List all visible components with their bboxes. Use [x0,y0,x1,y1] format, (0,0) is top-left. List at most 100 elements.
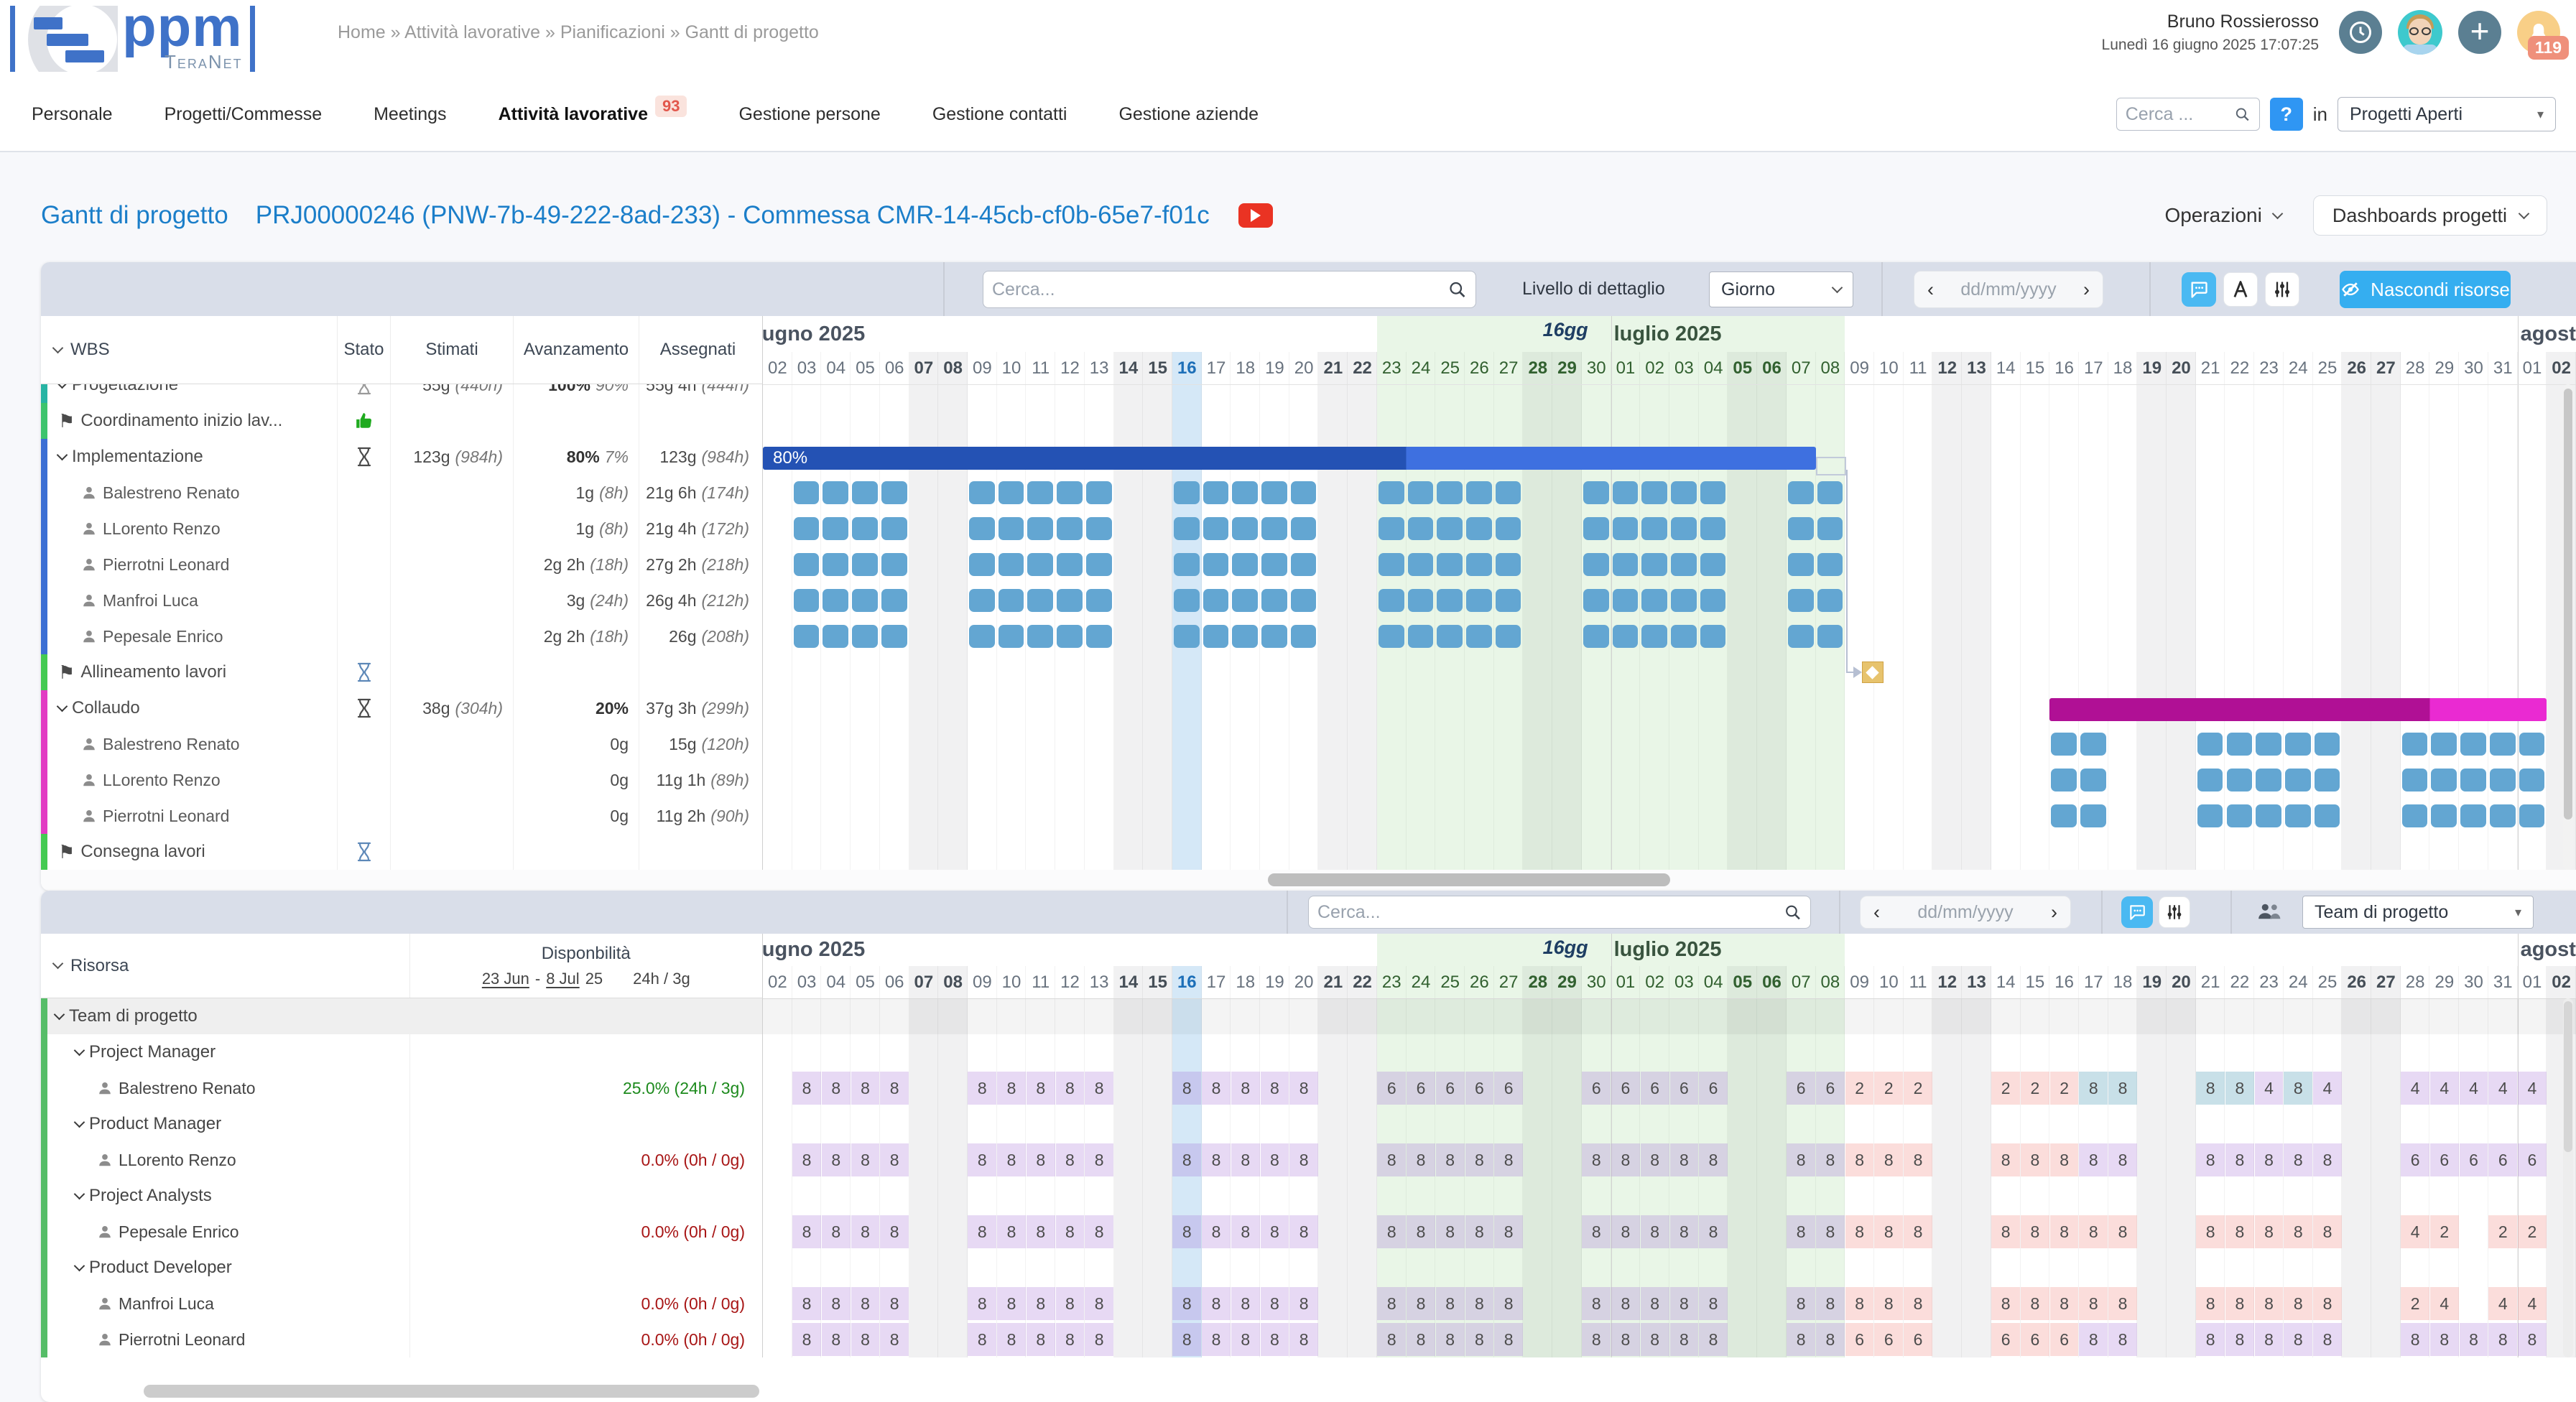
resources-horizontal-scrollbar[interactable] [144,1385,759,1398]
wbs-row-allineamento-lavori[interactable]: ⚑Allineamento lavori [41,654,762,690]
resource-row-product-developer[interactable]: Product Developer [41,1250,762,1286]
resource-name[interactable]: Balestreno Renato [41,1070,410,1106]
task-day-segment[interactable] [2460,804,2486,827]
task-day-segment[interactable] [999,553,1024,576]
allocation-cell[interactable]: 8 [2079,1287,2108,1320]
allocation-cell[interactable]: 8 [1202,1323,1231,1356]
pdf-export-button[interactable] [2223,272,2258,307]
allocation-cell[interactable]: 8 [2284,1287,2312,1320]
resources-comments-button[interactable] [2121,896,2153,928]
wbs-row-pierrotni-leonard[interactable]: Pierrotni Leonard0g11g 2h(90h) [41,798,762,834]
allocation-cell[interactable]: 8 [1611,1143,1640,1176]
allocation-cell[interactable]: 8 [1289,1215,1318,1248]
task-day-segment[interactable] [852,625,878,648]
allocation-cell[interactable]: 8 [1261,1143,1289,1176]
wbs-row-manfroi-luca[interactable]: Manfroi Luca3g(24h)26g 4h(212h) [41,582,762,618]
allocation-cell[interactable]: 4 [2255,1072,2284,1105]
task-day-segment[interactable] [1291,481,1317,504]
allocation-cell[interactable]: 8 [1991,1215,2020,1248]
allocation-cell[interactable]: 8 [2255,1215,2284,1248]
task-day-segment[interactable] [1817,589,1843,612]
allocation-cell[interactable]: 8 [968,1143,996,1176]
task-day-segment[interactable] [881,517,907,540]
allocation-cell[interactable]: 8 [1845,1287,1874,1320]
allocation-cell[interactable]: 8 [1436,1287,1465,1320]
resource-row-balestreno-renato[interactable]: Balestreno Renato25.0% (24h / 3g) [41,1070,762,1106]
allocation-cell[interactable]: 8 [822,1072,851,1105]
allocation-cell[interactable]: 8 [997,1215,1026,1248]
allocation-cell[interactable]: 8 [1465,1143,1494,1176]
allocation-cell[interactable]: 8 [2050,1143,2079,1176]
task-day-segment[interactable] [1641,589,1667,612]
allocation-cell[interactable]: 8 [792,1287,821,1320]
task-day-segment[interactable] [1700,481,1726,504]
task-day-segment[interactable] [1613,589,1639,612]
allocation-cell[interactable]: 8 [2021,1287,2049,1320]
allocation-cell[interactable]: 8 [2108,1072,2137,1105]
task-day-segment[interactable] [1203,625,1229,648]
allocation-cell[interactable]: 8 [1699,1143,1728,1176]
allocation-cell[interactable]: 4 [2488,1072,2517,1105]
allocation-cell[interactable]: 8 [1582,1143,1611,1176]
task-day-segment[interactable] [1232,625,1258,648]
detail-level-select[interactable]: Giorno [1709,271,1853,307]
allocation-cell[interactable]: 8 [792,1143,821,1176]
task-day-segment[interactable] [1496,553,1521,576]
allocation-cell[interactable]: 4 [2401,1072,2429,1105]
task-day-segment[interactable] [2431,733,2457,756]
resource-row-pepesale-enrico[interactable]: Pepesale Enrico0.0% (0h / 0g) [41,1214,762,1250]
allocation-cell[interactable]: 8 [1611,1323,1640,1356]
allocation-cell[interactable]: 6 [1377,1072,1406,1105]
task-day-segment[interactable] [1086,625,1112,648]
task-day-segment[interactable] [2431,804,2457,827]
collapse-all-icon[interactable] [52,958,64,970]
task-day-segment[interactable] [2197,733,2223,756]
task-day-segment[interactable] [1496,481,1521,504]
allocation-cell[interactable]: 8 [1670,1215,1699,1248]
task-day-segment[interactable] [823,481,848,504]
allocation-cell[interactable]: 6 [1699,1072,1728,1105]
task-day-segment[interactable] [2080,733,2106,756]
wbs-row-pepesale-enrico[interactable]: Pepesale Enrico2g 2h(18h)26g(208h) [41,618,762,654]
gantt-search-input[interactable] [992,279,1447,300]
task-day-segment[interactable] [2490,804,2516,827]
allocation-cell[interactable]: 8 [1787,1323,1815,1356]
allocation-cell[interactable]: 8 [1027,1215,1055,1248]
wbs-item-name[interactable]: Balestreno Renato [41,726,338,762]
allocation-cell[interactable]: 8 [1085,1287,1113,1320]
allocation-cell[interactable]: 8 [1611,1215,1640,1248]
allocation-cell[interactable]: 8 [1436,1323,1465,1356]
resource-row-product-manager[interactable]: Product Manager [41,1106,762,1142]
allocation-cell[interactable]: 8 [2460,1323,2488,1356]
allocation-cell[interactable]: 8 [1231,1215,1260,1248]
search-help-button[interactable]: ? [2270,98,2303,131]
task-day-segment[interactable] [1232,589,1258,612]
summary-bar-coll[interactable] [2049,698,2547,721]
youtube-help-icon[interactable] [1238,203,1273,228]
allocation-cell[interactable]: 8 [1377,1323,1406,1356]
allocation-cell[interactable]: 6 [2518,1143,2547,1176]
allocation-cell[interactable]: 8 [1845,1215,1874,1248]
date-prev-icon[interactable]: ‹ [1873,901,1880,924]
task-day-segment[interactable] [969,481,995,504]
task-day-segment[interactable] [852,517,878,540]
task-day-segment[interactable] [2197,804,2223,827]
expand-chevron-icon[interactable] [54,1008,65,1020]
wbs-row-llorento-renzo[interactable]: LLorento Renzo0g11g 1h(89h) [41,762,762,798]
allocation-cell[interactable]: 8 [1991,1287,2020,1320]
resource-name[interactable]: Project Manager [41,1034,410,1070]
task-day-segment[interactable] [2490,733,2516,756]
task-day-segment[interactable] [2051,804,2077,827]
allocation-cell[interactable]: 8 [1699,1287,1728,1320]
resource-row-llorento-renzo[interactable]: LLorento Renzo0.0% (0h / 0g) [41,1142,762,1178]
allocation-cell[interactable]: 8 [1494,1143,1523,1176]
task-day-segment[interactable] [1466,553,1492,576]
allocation-cell[interactable]: 8 [1670,1143,1699,1176]
allocation-cell[interactable]: 8 [1845,1143,1874,1176]
task-day-segment[interactable] [823,553,848,576]
search-scope-select[interactable]: Progetti Aperti ▾ [2338,97,2556,131]
wbs-item-name[interactable]: ⚑Coordinamento inizio lav... [41,403,338,439]
resource-row-team-di-progetto[interactable]: Team di progetto [41,998,762,1034]
task-day-segment[interactable] [1466,589,1492,612]
task-day-segment[interactable] [1203,553,1229,576]
